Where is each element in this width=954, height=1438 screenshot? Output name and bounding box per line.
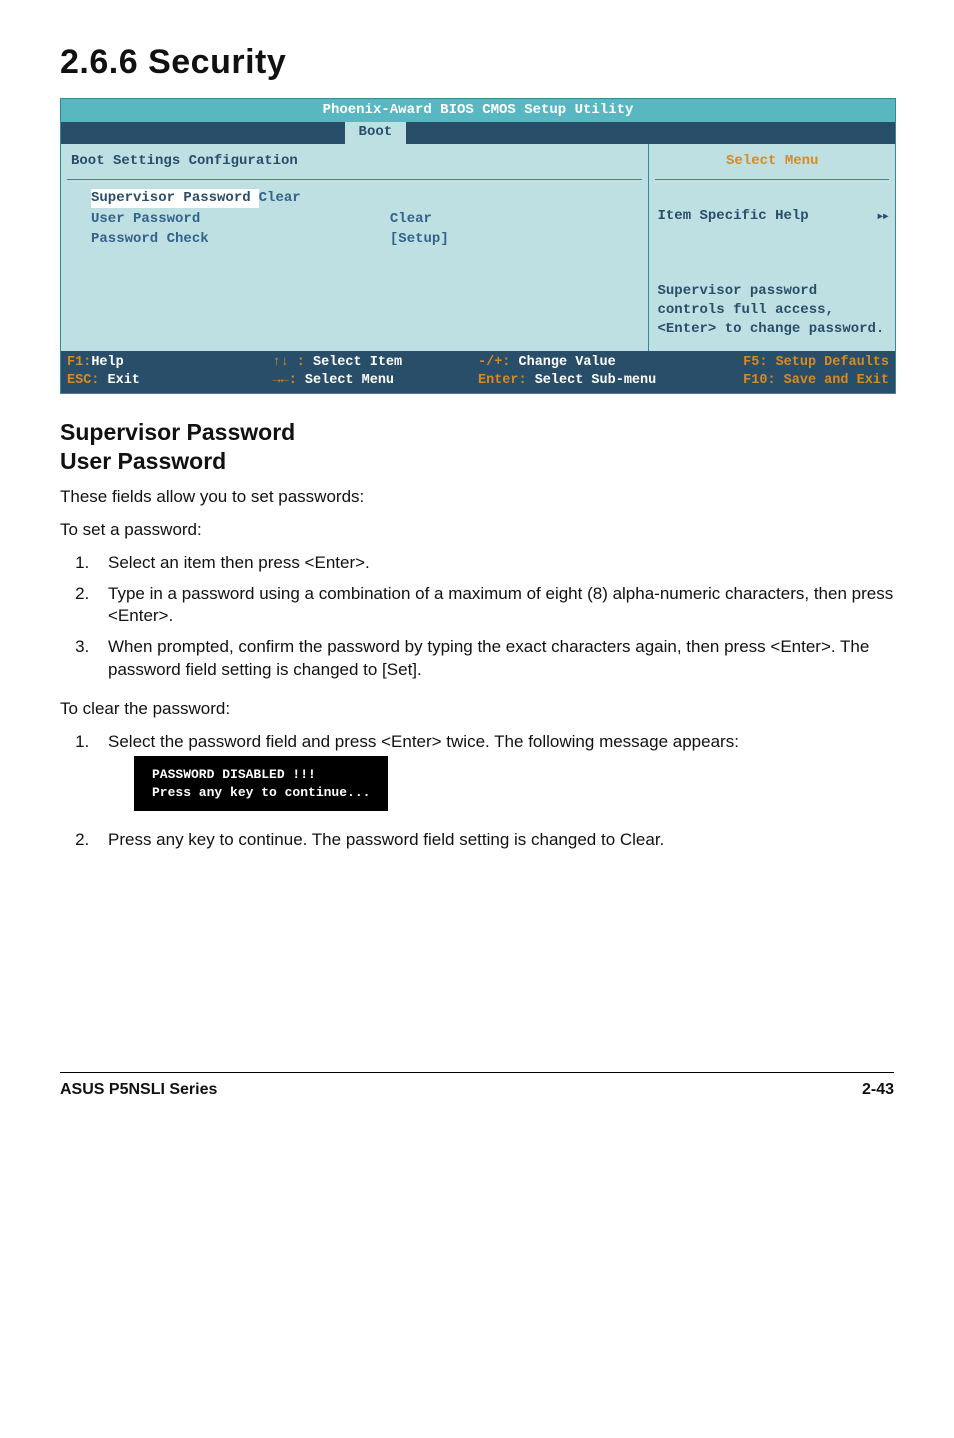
- list-item: Press any key to continue. The password …: [94, 829, 894, 852]
- bios-key-esc: ESC:: [67, 373, 99, 388]
- bios-key-label: Select Menu: [297, 373, 394, 388]
- bios-footer-col2: ↑↓ : Select Item →←: Select Menu: [273, 354, 479, 390]
- list-item: Select an item then press <Enter>.: [94, 552, 894, 575]
- bios-key-plusminus: -/+:: [478, 355, 510, 370]
- bios-key-label: Select Item: [305, 355, 402, 370]
- bios-side-help-body: Supervisor password controls full access…: [657, 283, 884, 337]
- sub-heading-line2: User Password: [60, 447, 894, 476]
- bios-key-label: Select Sub-menu: [527, 373, 657, 388]
- bios-body: Boot Settings Configuration Supervisor P…: [61, 144, 895, 351]
- section-heading: 2.6.6 Security: [60, 40, 894, 86]
- bios-key-label: Exit: [99, 373, 140, 388]
- bios-key-updown: ↑↓ :: [273, 355, 305, 370]
- set-password-steps: Select an item then press <Enter>. Type …: [60, 552, 894, 683]
- bios-key-label: Help: [91, 355, 123, 370]
- code-line: PASSWORD DISABLED !!!: [152, 766, 370, 784]
- clear-password-label: To clear the password:: [60, 698, 894, 721]
- bios-right-panel: Select Menu Item Specific Help ▸▸ Superv…: [648, 144, 895, 351]
- bios-footer-col1: F1:Help ESC: Exit: [67, 354, 273, 390]
- bios-row-value: [Setup]: [390, 230, 635, 249]
- sub-heading: Supervisor Password User Password: [60, 418, 894, 476]
- tab-boot[interactable]: Boot: [345, 122, 407, 144]
- code-line: Press any key to continue...: [152, 784, 370, 802]
- tab-spacer: [61, 122, 345, 144]
- bios-key-f5: F5: Setup Defaults: [684, 354, 890, 372]
- footer-right: 2-43: [862, 1079, 894, 1101]
- bios-key-label: Change Value: [510, 355, 615, 370]
- footer-left: ASUS P5NSLI Series: [60, 1079, 217, 1101]
- bios-footer-col3: -/+: Change Value Enter: Select Sub-menu: [478, 354, 684, 390]
- list-item: Type in a password using a combination o…: [94, 583, 894, 629]
- page-footer: ASUS P5NSLI Series 2-43: [60, 1072, 894, 1101]
- bios-left-panel-title: Boot Settings Configuration: [67, 148, 642, 180]
- bios-side-title: Select Menu: [655, 148, 889, 180]
- bios-key-enter: Enter:: [478, 373, 527, 388]
- bios-row-label: Supervisor Password: [91, 189, 259, 208]
- bios-key-f10: F10: Save and Exit: [684, 372, 890, 390]
- bios-row-supervisor-password[interactable]: Supervisor Password Clear: [91, 188, 634, 209]
- bios-row-value: Clear: [259, 189, 504, 208]
- bios-title-bar: Phoenix-Award BIOS CMOS Setup Utility: [61, 99, 895, 122]
- bios-row-label: Password Check: [91, 230, 390, 249]
- bios-footer-col4: F5: Setup Defaults F10: Save and Exit: [684, 354, 890, 390]
- bios-key-leftright: →←:: [273, 373, 297, 388]
- bios-row-password-check[interactable]: Password Check [Setup]: [91, 229, 634, 250]
- arrows-icon: ▸▸: [876, 207, 887, 226]
- password-disabled-message: PASSWORD DISABLED !!! Press any key to c…: [134, 756, 388, 811]
- bios-row-value: Clear: [390, 210, 635, 229]
- bios-key-f1: F1:: [67, 355, 91, 370]
- bios-row-user-password[interactable]: User Password Clear: [91, 209, 634, 230]
- bios-settings-list: Supervisor Password Clear User Password …: [67, 180, 642, 259]
- bios-side-help-line1: Item Specific Help ▸▸: [657, 207, 887, 226]
- intro-text: These fields allow you to set passwords:: [60, 486, 894, 509]
- bios-tab-bar: Boot: [61, 122, 895, 144]
- bios-side-help-text: Item Specific Help: [657, 207, 808, 226]
- bios-left-panel: Boot Settings Configuration Supervisor P…: [61, 144, 648, 351]
- bios-footer: F1:Help ESC: Exit ↑↓ : Select Item →←: S…: [61, 351, 895, 393]
- bios-screenshot: Phoenix-Award BIOS CMOS Setup Utility Bo…: [60, 98, 896, 394]
- list-item: Select the password field and press <Ent…: [94, 731, 894, 821]
- bios-side-help: Item Specific Help ▸▸ Supervisor passwor…: [655, 180, 889, 347]
- list-item-text: Select the password field and press <Ent…: [108, 732, 739, 751]
- list-item: When prompted, confirm the password by t…: [94, 636, 894, 682]
- sub-heading-line1: Supervisor Password: [60, 418, 894, 447]
- bios-row-label: User Password: [91, 210, 390, 229]
- clear-password-steps: Select the password field and press <Ent…: [60, 731, 894, 852]
- set-password-label: To set a password:: [60, 519, 894, 542]
